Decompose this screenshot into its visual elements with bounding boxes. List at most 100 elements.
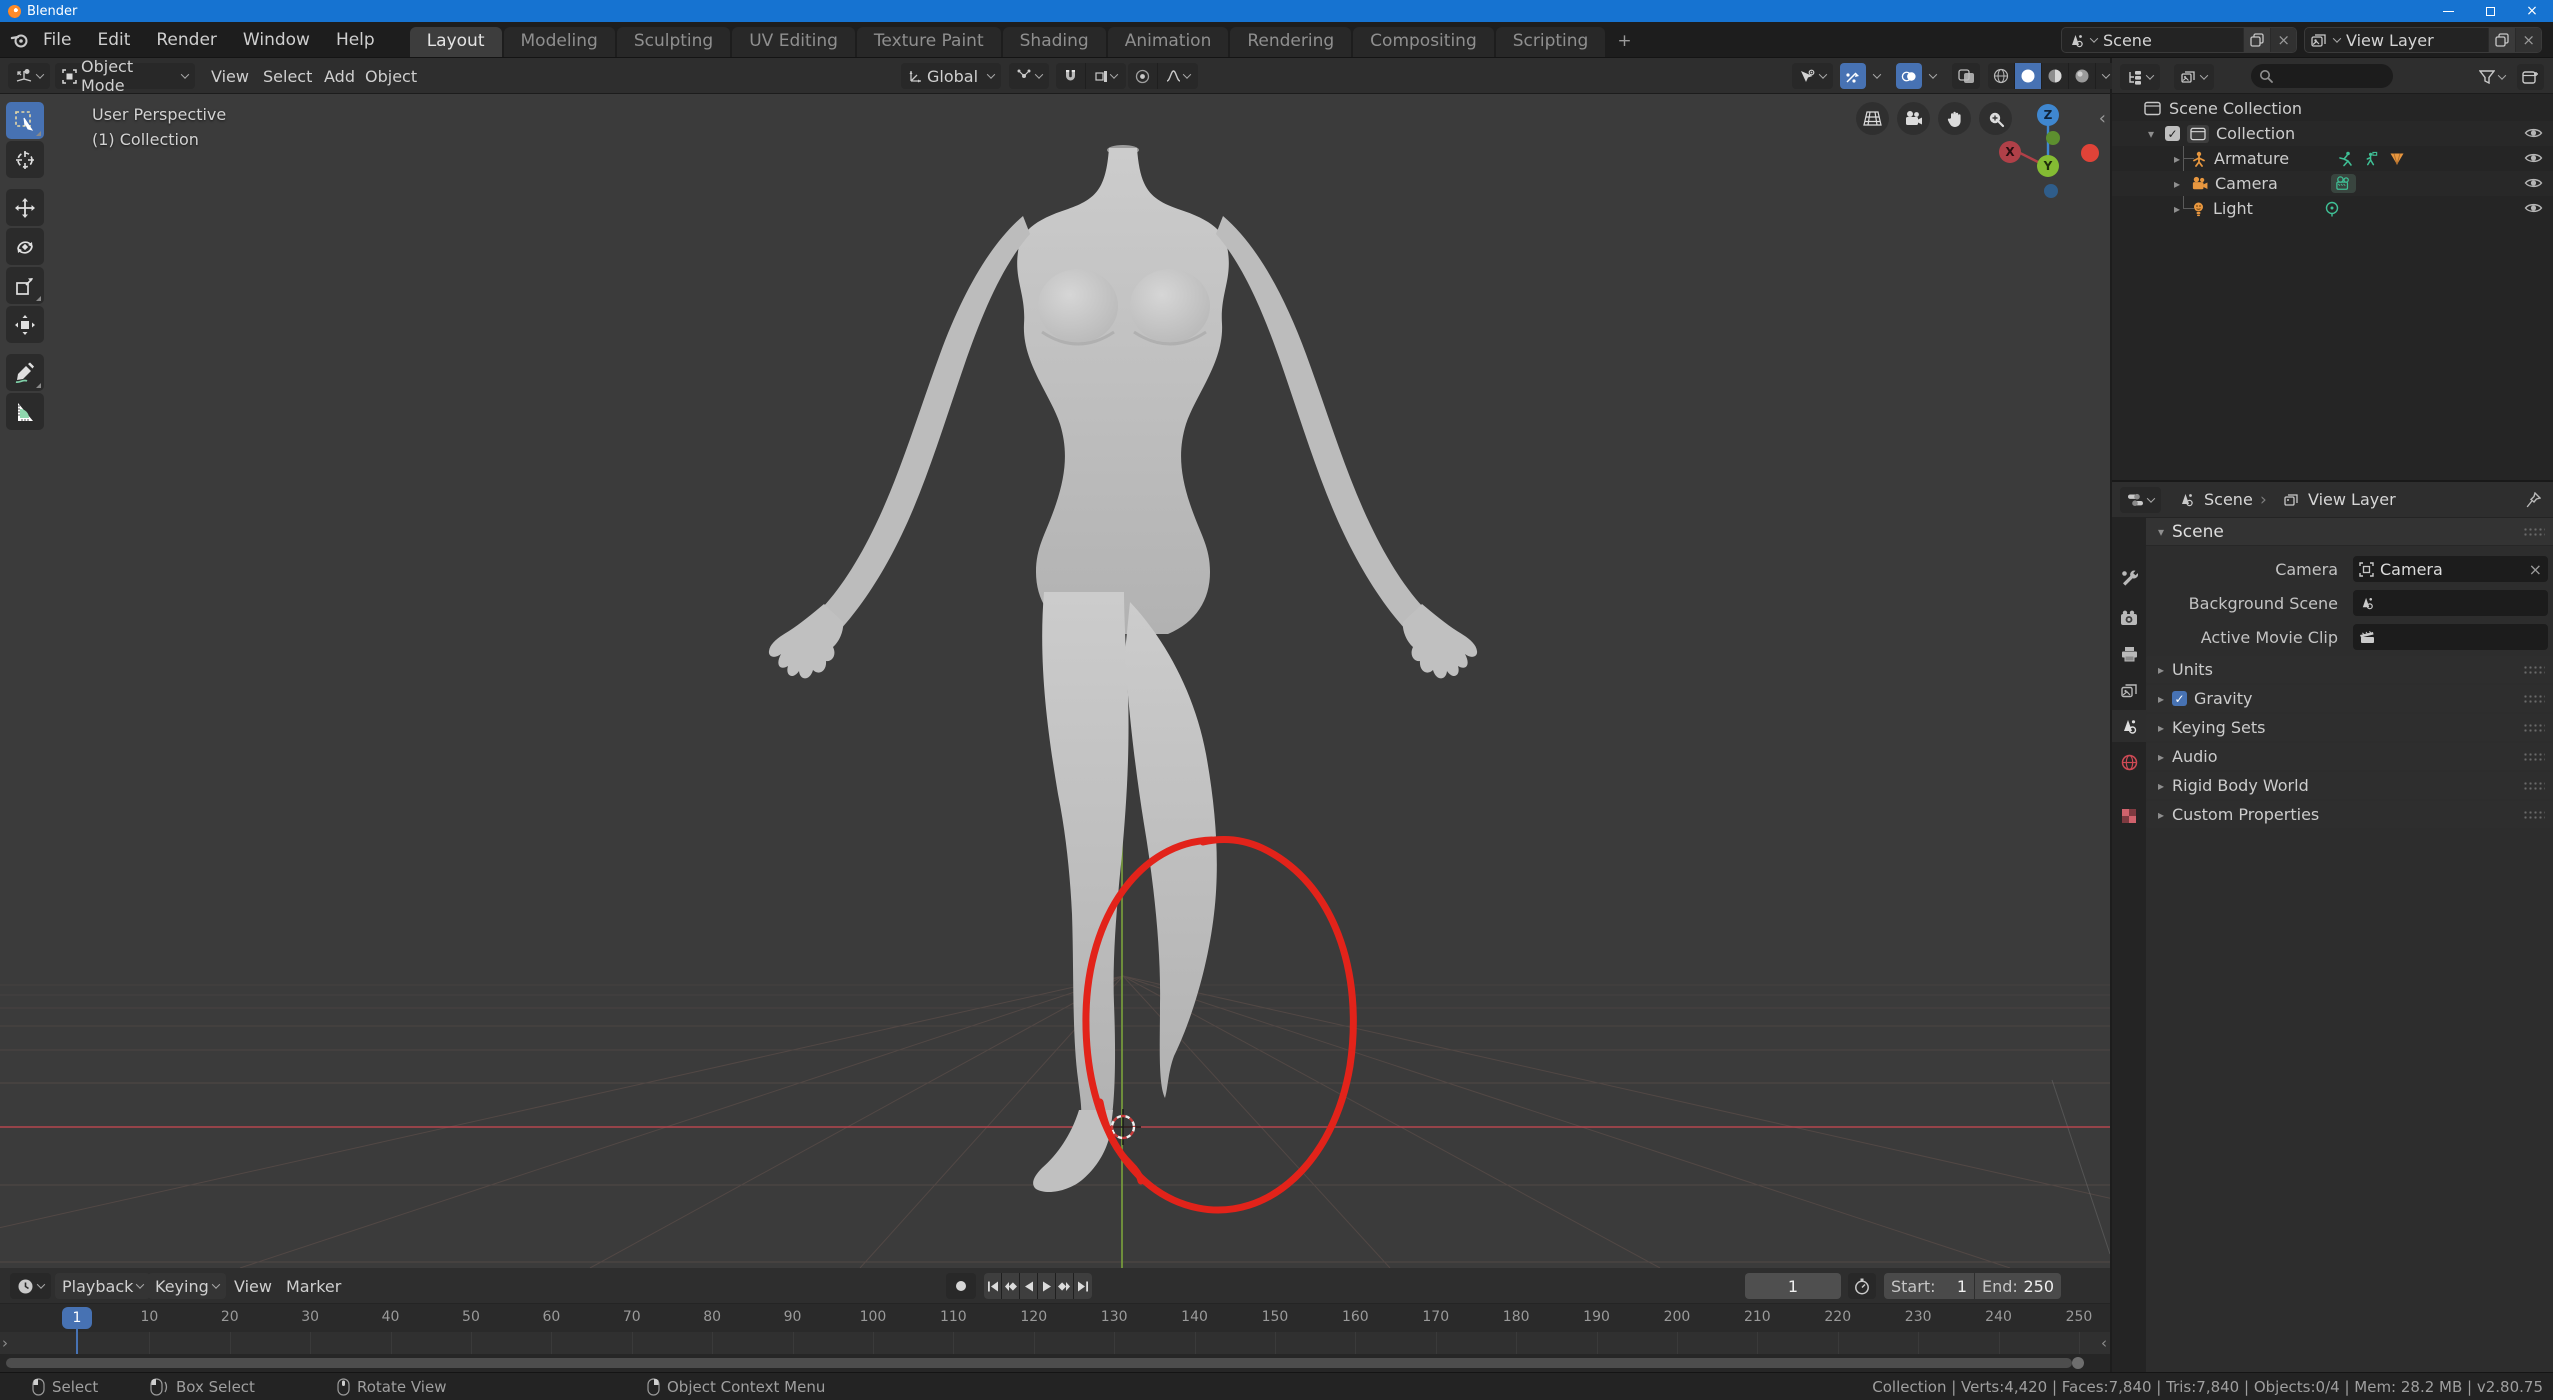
snap-toggle[interactable]: [1056, 63, 1086, 89]
panel-grip[interactable]: [2523, 665, 2545, 675]
gizmo-dropdown[interactable]: [1868, 63, 1886, 89]
outliner-search-input[interactable]: [2251, 64, 2393, 88]
tool-move[interactable]: [6, 189, 44, 226]
collection-checkbox[interactable]: ✓: [2165, 126, 2180, 141]
panel-grip[interactable]: [2523, 810, 2545, 820]
disclosure-closed-icon[interactable]: ▸: [2170, 202, 2184, 216]
pivot-point-button[interactable]: [1009, 63, 1049, 89]
panel-gravity[interactable]: ▸ ✓ Gravity: [2146, 685, 2553, 712]
maximize-button[interactable]: [2469, 0, 2511, 22]
next-keyframe-button[interactable]: [1056, 1273, 1074, 1299]
timeline-ruler[interactable]: 1020304050607080901001101201301401501601…: [0, 1304, 2110, 1332]
tool-scale[interactable]: [6, 267, 44, 304]
gizmo-axis-y[interactable]: Y: [2037, 155, 2059, 177]
gizmo-axis-z-neg[interactable]: [2044, 184, 2058, 198]
hide-toggle-eye-icon[interactable]: [2524, 125, 2543, 141]
snap-target-button[interactable]: [1086, 63, 1126, 89]
minimize-button[interactable]: [2427, 0, 2469, 22]
breadcrumb-view-layer[interactable]: View Layer: [2308, 490, 2396, 509]
scene-panel-header[interactable]: ▾ Scene: [2146, 518, 2553, 546]
gizmo-axis-x-neg[interactable]: [2081, 144, 2099, 162]
workspace-tab-animation[interactable]: Animation: [1108, 27, 1229, 57]
outliner-filter-button[interactable]: [2472, 64, 2512, 90]
tab-world[interactable]: [2112, 746, 2146, 778]
falloff-button[interactable]: [1158, 63, 1198, 89]
timeline-expand-right-icon[interactable]: ‹: [2101, 1334, 2107, 1352]
tool-annotate[interactable]: [6, 354, 44, 391]
panel-audio[interactable]: ▸ Audio: [2146, 743, 2553, 770]
region-collapse-icon[interactable]: ‹: [2099, 108, 2106, 129]
menu-render[interactable]: Render: [143, 30, 230, 50]
prev-keyframe-button[interactable]: [1002, 1273, 1020, 1299]
new-view-layer-button[interactable]: [2488, 28, 2515, 52]
xray-toggle[interactable]: [1952, 63, 1980, 89]
active-movie-clip-field[interactable]: [2353, 624, 2548, 650]
outliner-display-mode-button[interactable]: [2174, 64, 2214, 90]
shading-material-button[interactable]: [2042, 63, 2069, 89]
outliner-row-light[interactable]: ▸ Light: [2112, 196, 2553, 221]
timeline-marker-menu[interactable]: Marker: [278, 1273, 349, 1299]
new-collection-button[interactable]: [2517, 64, 2544, 90]
transform-orientation-selector[interactable]: Global: [901, 63, 1001, 89]
tab-tool[interactable]: [2112, 562, 2146, 594]
remove-view-layer-button[interactable]: ×: [2515, 28, 2541, 52]
current-frame-field[interactable]: 1: [1745, 1273, 1841, 1299]
workspace-tab-compositing[interactable]: Compositing: [1353, 27, 1494, 57]
outliner-row-camera[interactable]: ▸ Camera: [2112, 171, 2553, 196]
camera-property-field[interactable]: Camera ×: [2353, 556, 2548, 582]
workspace-tab-texture-paint[interactable]: Texture Paint: [857, 27, 1001, 57]
show-gizmo-toggle[interactable]: [1840, 63, 1866, 89]
gravity-checkbox[interactable]: ✓: [2172, 691, 2187, 706]
shading-solid-button[interactable]: [2015, 63, 2042, 89]
gizmo-axis-x[interactable]: X: [1999, 141, 2021, 163]
view-layer-selector[interactable]: View Layer ×: [2304, 27, 2542, 53]
workspace-tab-layout[interactable]: Layout: [410, 27, 502, 57]
gizmo-axis-z[interactable]: Z: [2037, 104, 2059, 126]
menu-object[interactable]: Object: [357, 63, 425, 89]
pin-icon[interactable]: [2526, 492, 2541, 508]
add-workspace-button[interactable]: +: [1607, 27, 1641, 57]
workspace-tab-modeling[interactable]: Modeling: [504, 27, 615, 57]
menu-add[interactable]: Add: [316, 63, 363, 89]
frame-end-field[interactable]: End: 250: [1975, 1273, 2061, 1299]
record-button[interactable]: [946, 1273, 976, 1299]
mannequin-model[interactable]: [769, 145, 1477, 1192]
visibility-dropdown[interactable]: [1792, 63, 1833, 89]
disclosure-closed-icon[interactable]: ▸: [2170, 152, 2184, 166]
menu-window[interactable]: Window: [230, 30, 323, 50]
outliner-row-scene-collection[interactable]: Scene Collection: [2112, 96, 2553, 121]
menu-view[interactable]: View: [203, 63, 257, 89]
close-button[interactable]: ×: [2511, 0, 2553, 22]
tab-output[interactable]: [2112, 638, 2146, 670]
new-scene-button[interactable]: [2243, 28, 2270, 52]
outliner-row-armature[interactable]: ▸ Armature: [2112, 146, 2553, 171]
panel-grip[interactable]: [2523, 752, 2545, 762]
proportional-edit-toggle[interactable]: [1128, 63, 1158, 89]
outliner-row-collection[interactable]: ▾ ✓ Collection: [2112, 121, 2553, 146]
navigation-gizmo[interactable]: Z X Y: [1980, 94, 2110, 214]
menu-select[interactable]: Select: [255, 63, 320, 89]
panel-grip[interactable]: [2523, 781, 2545, 791]
tab-render[interactable]: [2112, 602, 2146, 634]
frame-start-field[interactable]: Start: 1: [1884, 1273, 1974, 1299]
panel-keying-sets[interactable]: ▸ Keying Sets: [2146, 714, 2553, 741]
shading-wireframe-button[interactable]: [1988, 63, 2015, 89]
outliner-editor-type-button[interactable]: [2120, 64, 2160, 90]
viewport-3d[interactable]: User Perspective (1) Collection: [0, 94, 2110, 1268]
workspace-tab-rendering[interactable]: Rendering: [1230, 27, 1351, 57]
shading-rendered-button[interactable]: [2069, 63, 2096, 89]
workspace-tab-scripting[interactable]: Scripting: [1496, 27, 1606, 57]
editor-type-button[interactable]: [8, 63, 50, 89]
workspace-tab-uv-editing[interactable]: UV Editing: [732, 27, 855, 57]
tool-rotate[interactable]: [6, 228, 44, 265]
panel-grip[interactable]: [2523, 694, 2545, 704]
disclosure-closed-icon[interactable]: ▸: [2170, 177, 2184, 191]
play-button[interactable]: [1038, 1273, 1056, 1299]
timeline-scrollbar-handle[interactable]: [2072, 1357, 2084, 1369]
timeline-scrollbar[interactable]: [6, 1358, 2072, 1368]
clear-camera-button[interactable]: ×: [2529, 560, 2542, 579]
workspace-tab-shading[interactable]: Shading: [1003, 27, 1106, 57]
pan-view-button[interactable]: [1938, 102, 1971, 135]
mode-selector[interactable]: Object Mode: [55, 63, 195, 89]
panel-custom-properties[interactable]: ▸ Custom Properties: [2146, 801, 2553, 828]
